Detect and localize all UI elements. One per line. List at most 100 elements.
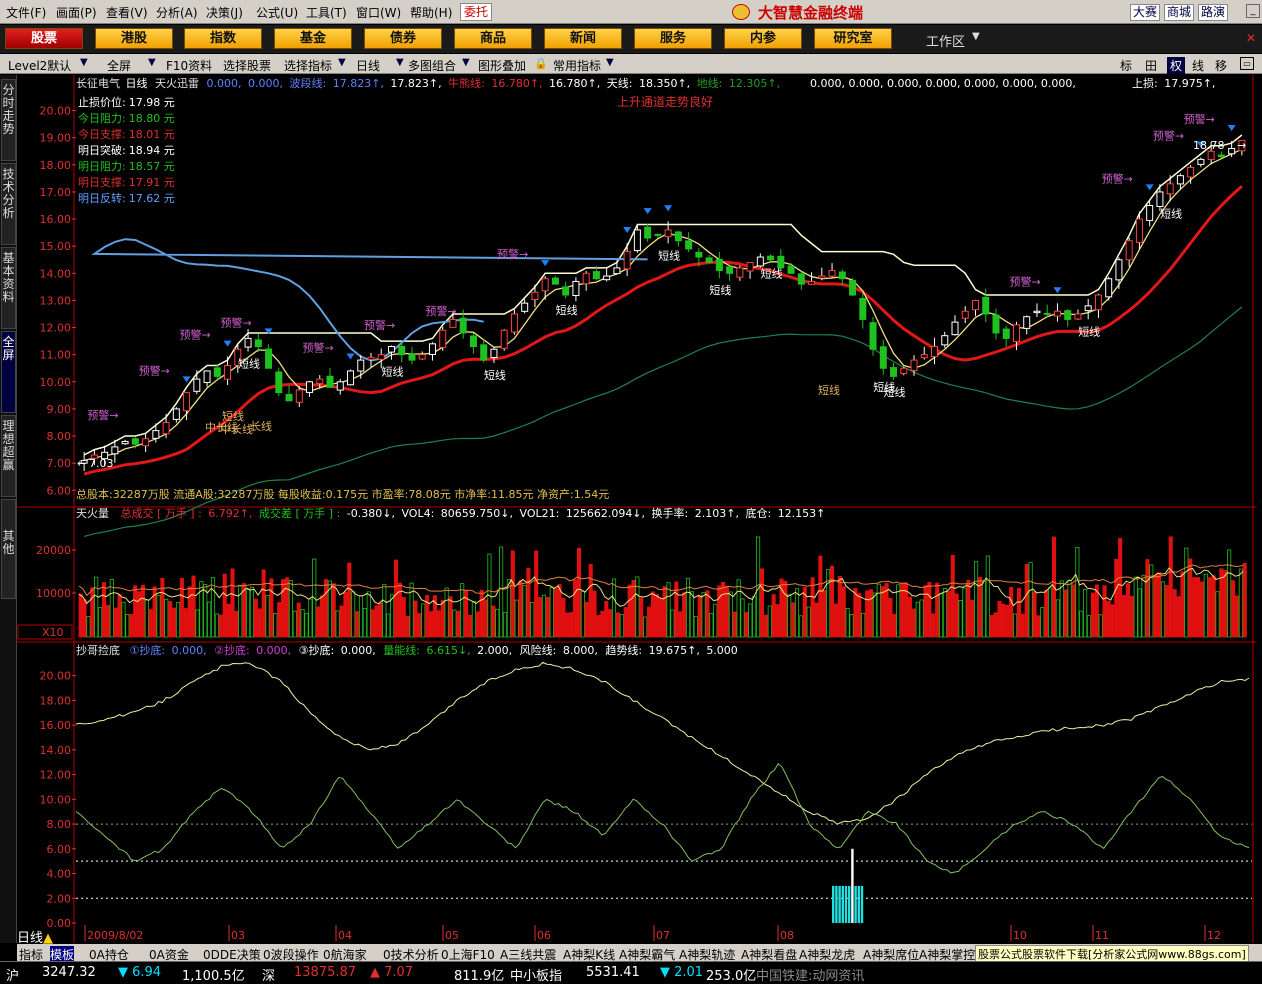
candle-body xyxy=(705,257,713,263)
chevron-down-icon[interactable]: ▼ xyxy=(606,57,614,68)
overlay-button[interactable]: 图形叠加 xyxy=(478,57,526,74)
toolbar: Level2默认 ▼ 全屏 ▼ F10资料 选择股票 选择指标 ▼ 日线 ▼ 多… xyxy=(0,54,1262,74)
lock-icon[interactable]: 🔒 xyxy=(534,57,548,70)
close-icon[interactable]: ✕ xyxy=(1246,31,1256,45)
nav-index[interactable]: 指数 xyxy=(184,28,262,49)
nav-service[interactable]: 服务 xyxy=(634,28,712,49)
volume-bar xyxy=(257,608,262,638)
nav-news[interactable]: 新闻 xyxy=(544,28,622,49)
candle-body xyxy=(808,280,816,285)
mall-link[interactable]: 商城 xyxy=(1164,4,1194,21)
candle-body xyxy=(244,337,252,348)
volume-bar xyxy=(639,597,644,638)
sidebar-tab-ideal[interactable]: 理想超赢 xyxy=(1,415,16,497)
f10-button[interactable]: F10资料 xyxy=(166,57,212,74)
menu-tools[interactable]: 工具(T) xyxy=(306,4,347,21)
maximize-icon[interactable]: ▭ xyxy=(1240,57,1254,70)
volume-bar xyxy=(993,612,998,638)
rights-button[interactable]: 权 xyxy=(1167,57,1186,74)
period-select[interactable]: 日线 xyxy=(356,57,380,74)
candle-body xyxy=(982,296,990,315)
volume-bar xyxy=(1199,581,1204,638)
menu-analysis[interactable]: 分析(A) xyxy=(156,4,198,21)
sidebar-tab-other[interactable]: 其他 xyxy=(1,499,16,599)
template-select[interactable]: Level2默认 xyxy=(8,57,71,74)
nav-stocks[interactable]: 股票 xyxy=(5,28,83,49)
candle-body xyxy=(992,314,1000,334)
volume-bar xyxy=(417,613,422,638)
roadshow-link[interactable]: 路演 xyxy=(1198,4,1228,21)
sidebar-tab-technical[interactable]: 技术分析 xyxy=(1,163,16,245)
workarea-dropdown-icon[interactable]: ▼ xyxy=(972,31,980,42)
candle-body xyxy=(736,267,744,278)
sidebar-tab-intraday[interactable]: 分时走势 xyxy=(1,79,16,161)
candle-body xyxy=(562,286,570,296)
nav-commodity[interactable]: 商品 xyxy=(454,28,532,49)
candle-body xyxy=(1146,204,1154,221)
grid-button[interactable]: 田 xyxy=(1145,57,1157,74)
osc-tick: 8.00 xyxy=(47,818,72,831)
volume-bar xyxy=(323,579,328,638)
move-button[interactable]: 移 xyxy=(1215,57,1227,74)
nav-fund[interactable]: 基金 xyxy=(274,28,352,49)
nav-research[interactable]: 研究室 xyxy=(814,28,892,49)
menu-view[interactable]: 画面(P) xyxy=(56,4,97,21)
bull-value: 16.780↑, xyxy=(491,77,542,90)
volume-bar xyxy=(1234,595,1240,638)
volume-bar xyxy=(573,579,578,638)
date-tick: 06 xyxy=(537,929,551,942)
select-indicator-button[interactable]: 选择指标 xyxy=(284,57,332,74)
multi-chart-button[interactable]: 多图组合 xyxy=(408,57,456,74)
volume-bar xyxy=(1122,595,1127,638)
chevron-down-icon[interactable]: ▼ xyxy=(396,57,404,68)
main-header-tail: 0.000, 0.000, 0.000, 0.000, 0.000, 0.000… xyxy=(810,77,1076,90)
warn-signal: 预警→ xyxy=(364,318,395,332)
short-signal: 短线 xyxy=(1160,206,1182,220)
bull-label: 牛熊线: xyxy=(448,76,485,90)
line-button[interactable]: 线 xyxy=(1192,57,1204,74)
volume-bar xyxy=(113,607,118,638)
menu-help[interactable]: 帮助(H) xyxy=(410,4,452,21)
volume-bar xyxy=(234,611,239,638)
workarea-tab[interactable]: 工作区 xyxy=(926,31,965,50)
osc-tick: 2.00 xyxy=(47,892,72,905)
trust-button[interactable]: 委托 xyxy=(460,3,492,21)
menu-formula[interactable]: 公式(U) xyxy=(256,4,298,21)
candle-body xyxy=(172,408,180,420)
nav-insider[interactable]: 内参 xyxy=(724,28,802,49)
chevron-down-icon[interactable]: ▼ xyxy=(148,57,156,68)
chevron-down-icon[interactable]: ▼ xyxy=(80,57,88,68)
menu-file[interactable]: 文件(F) xyxy=(6,4,46,21)
volume-bar xyxy=(160,577,165,638)
price-tick: 8.00 xyxy=(47,430,72,443)
stop-loss-header: 上损: 17.975↑, xyxy=(1132,76,1215,90)
chevron-down-icon[interactable]: ▼ xyxy=(338,57,346,68)
candle-body xyxy=(1187,167,1195,178)
candle-body xyxy=(971,299,979,311)
candle-body xyxy=(347,370,355,386)
status-item: ▼ 6.94 xyxy=(118,965,162,980)
chevron-down-icon[interactable]: ▼ xyxy=(462,57,470,68)
volume-bar xyxy=(946,590,951,638)
date-tick: 07 xyxy=(656,929,670,942)
short-signal: 短线 xyxy=(484,368,506,382)
contest-link[interactable]: 大赛 xyxy=(1130,4,1160,21)
select-stock-button[interactable]: 选择股票 xyxy=(223,57,271,74)
sidebar-tab-fundamentals[interactable]: 基本资料 xyxy=(1,247,16,329)
volume-bar xyxy=(763,614,768,638)
sidebar-tab-fullscreen[interactable]: 全屏 xyxy=(1,331,16,413)
volume-bar xyxy=(989,615,994,638)
minimize-icon[interactable]: _ xyxy=(1246,4,1260,18)
menu-window[interactable]: 窗口(W) xyxy=(356,4,401,21)
chart-canvas[interactable]: 长征电气 日线 天火迅雷 0.000, 0.000, 波段线: 17.823↑,… xyxy=(17,75,1256,943)
menu-decision[interactable]: 决策(J) xyxy=(206,4,243,21)
nav-bond[interactable]: 债券 xyxy=(364,28,442,49)
fullscreen-button[interactable]: 全屏 xyxy=(107,57,131,74)
common-indicators-button[interactable]: 常用指标 xyxy=(553,57,601,74)
volume-bar xyxy=(374,605,379,638)
nav-hk-stocks[interactable]: 港股 xyxy=(95,28,173,49)
menu-look[interactable]: 查看(V) xyxy=(106,4,148,21)
mark-button[interactable]: 标 xyxy=(1120,57,1132,74)
volume-bar xyxy=(822,590,827,638)
volume-bar xyxy=(1195,577,1201,638)
